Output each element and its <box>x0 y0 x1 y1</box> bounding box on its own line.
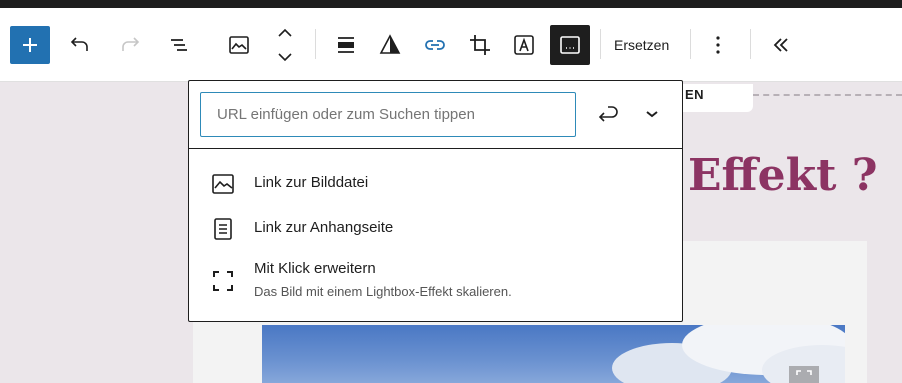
collapse-button[interactable] <box>764 30 798 60</box>
link-option-attachment-page[interactable]: Link zur Anhangseite <box>189 217 682 241</box>
image-icon <box>211 172 235 196</box>
caption-button[interactable] <box>550 25 590 65</box>
link-popover: Link zur Bilddatei Link zur Anhangseite … <box>188 80 683 322</box>
link-option-label: Link zur Anhangseite <box>254 219 394 236</box>
caption-icon <box>560 36 580 54</box>
move-updown-button[interactable] <box>270 22 300 68</box>
duotone-icon <box>379 34 401 54</box>
link-option-media-file[interactable]: Link zur Bilddatei <box>189 172 682 196</box>
chevron-up-down-icon <box>278 28 292 62</box>
toolbar-divider <box>690 29 691 59</box>
fullscreen-icon <box>211 269 235 293</box>
align-center-icon <box>338 37 354 53</box>
image-block-photo[interactable] <box>262 325 845 383</box>
redo-icon <box>122 37 140 51</box>
plus-icon <box>23 38 37 52</box>
chevron-down-icon <box>646 111 658 118</box>
chevron-double-left-icon <box>773 38 788 52</box>
lightbox-expand-button[interactable] <box>789 366 819 383</box>
fullscreen-icon <box>796 370 812 375</box>
text-overlay-icon <box>514 35 534 55</box>
duotone-button[interactable] <box>372 30 408 60</box>
link-icon <box>425 40 445 50</box>
link-settings-toggle[interactable] <box>635 99 669 129</box>
toolbar-divider <box>600 29 601 59</box>
link-option-label: Mit Klick erweitern <box>254 260 376 277</box>
link-button[interactable] <box>417 30 453 60</box>
crop-icon <box>470 35 490 55</box>
popover-divider <box>189 148 682 149</box>
top-strip <box>0 0 902 8</box>
redo-button[interactable] <box>112 30 148 60</box>
text-overlay-button[interactable] <box>506 30 542 60</box>
link-option-lightbox[interactable]: Mit Klick erweitern Das Bild mit einem L… <box>189 258 682 300</box>
add-block-button[interactable] <box>10 26 50 64</box>
image-icon <box>229 36 249 54</box>
crop-button[interactable] <box>462 30 498 60</box>
link-option-label: Link zur Bilddatei <box>254 174 369 191</box>
url-search-input[interactable] <box>200 92 576 137</box>
options-button[interactable] <box>702 30 734 60</box>
dashed-divider <box>753 94 902 96</box>
undo-button[interactable] <box>62 30 98 60</box>
block-toolbar: Ersetzen <box>0 8 902 82</box>
document-overview-button[interactable] <box>161 30 197 60</box>
replace-button[interactable]: Ersetzen <box>606 30 677 60</box>
align-button[interactable] <box>328 30 364 60</box>
list-view-icon <box>171 39 187 51</box>
enter-icon <box>598 106 618 122</box>
block-type-button[interactable] <box>221 30 257 60</box>
undo-icon <box>70 37 88 51</box>
link-submit-button[interactable] <box>589 99 627 129</box>
toolbar-divider <box>750 29 751 59</box>
toolbar-divider <box>315 29 316 59</box>
page-icon <box>211 217 235 241</box>
more-vertical-icon <box>716 36 720 54</box>
link-option-description: Das Bild mit einem Lightbox-Effekt skali… <box>254 284 512 299</box>
post-heading[interactable]: Effekt ? <box>688 150 878 201</box>
